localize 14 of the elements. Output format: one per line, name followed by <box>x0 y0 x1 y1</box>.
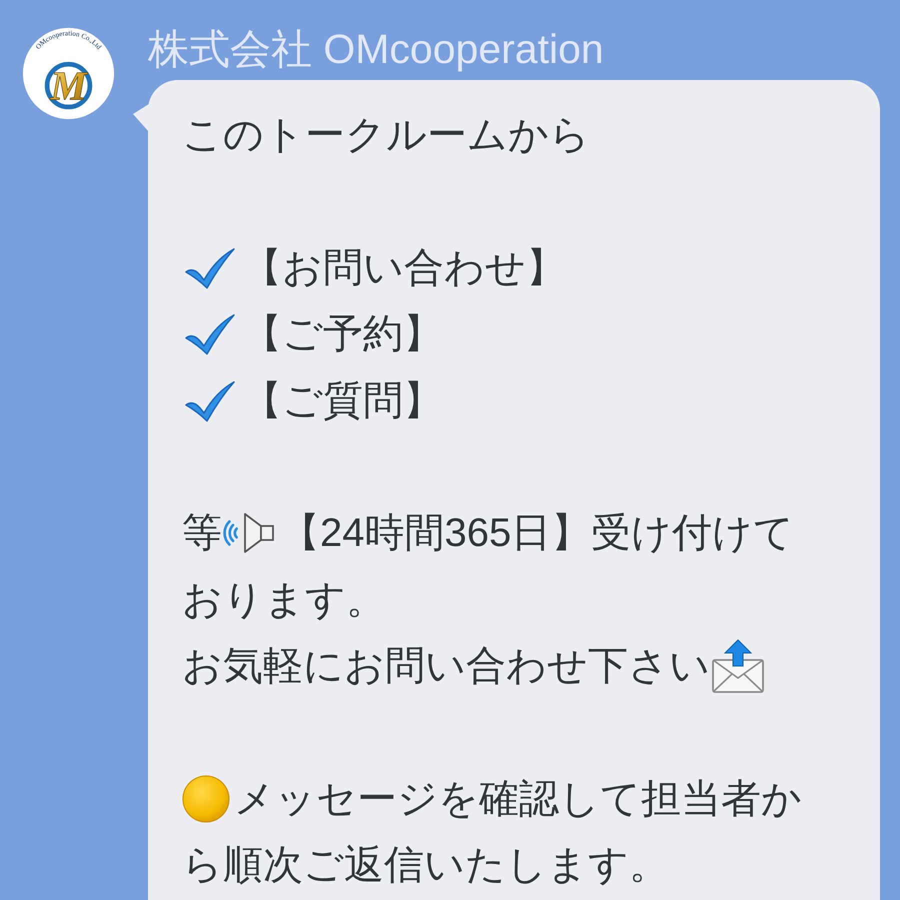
message-text: 【ご質問】 <box>242 378 443 425</box>
envelope-icon <box>710 638 766 694</box>
logo-letter: M <box>50 64 87 109</box>
message-text: お気軽にお問い合わせ下さい <box>182 643 710 690</box>
message-text: メッセージを確認して担当者か <box>234 776 802 823</box>
message-text: おります。 <box>182 576 386 624</box>
message-text: 【お問い合わせ】 <box>242 244 566 292</box>
message-text: 【ご予約】 <box>242 311 443 358</box>
message-text: 【24時間365日】受け付けて <box>280 510 794 558</box>
dot-icon <box>182 774 230 823</box>
message-text: ら順次ご返信いたします。 <box>182 842 669 890</box>
message-text: このトークルームから <box>182 112 590 160</box>
message-text: 等 <box>182 510 222 558</box>
sender-name: 株式会社 OMcooperation <box>148 26 604 72</box>
